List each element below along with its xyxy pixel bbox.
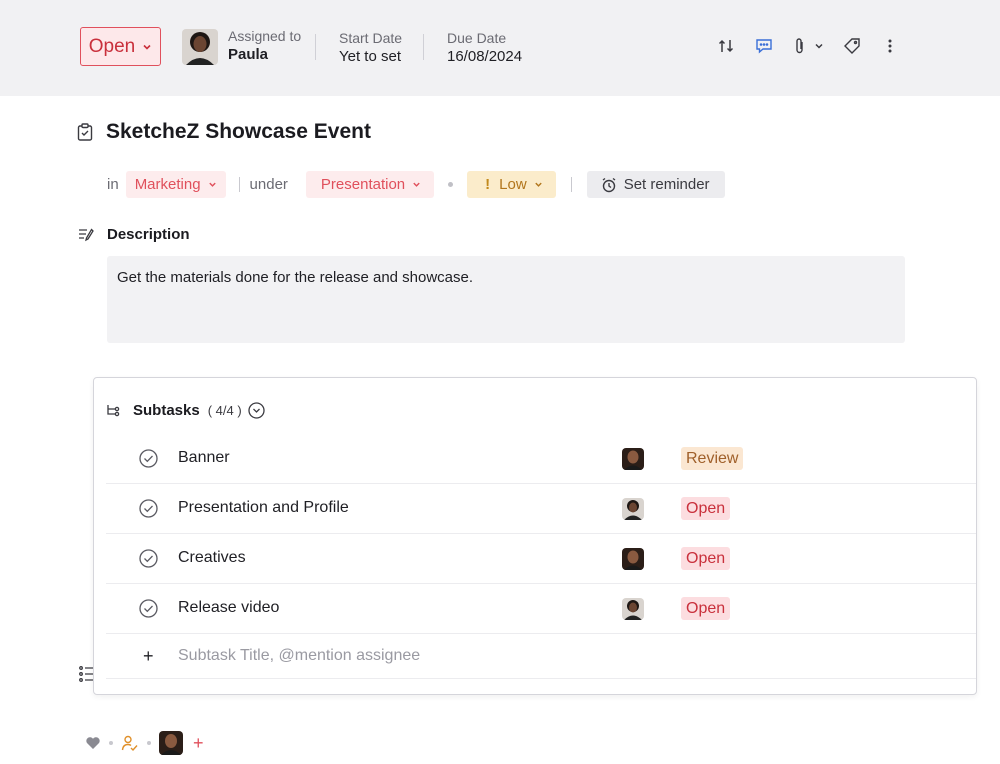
assignee[interactable]: Assigned to Paula [182, 28, 301, 65]
followers-icon[interactable] [121, 734, 139, 752]
tag-icon[interactable] [842, 36, 862, 56]
priority-label: Low [499, 176, 527, 193]
avatar[interactable] [622, 498, 644, 520]
collapse-toggle[interactable] [248, 402, 265, 419]
description-heading-row: Description [78, 226, 190, 243]
subtask-row[interactable]: Creatives Open [106, 534, 976, 584]
status-badge[interactable]: Open [681, 497, 731, 520]
edit-text-icon [79, 227, 94, 241]
checklist-icon[interactable] [79, 665, 93, 683]
status-badge[interactable]: Review [681, 447, 744, 470]
due-date-label: Due Date [447, 30, 507, 46]
subtask-row[interactable]: Presentation and Profile Open [106, 484, 976, 534]
subtask-name: Banner [178, 449, 230, 466]
start-date-value: Yet to set [339, 48, 401, 65]
add-subtask-input[interactable] [178, 644, 678, 668]
task-title-row: SketcheZ Showcase Event [77, 120, 371, 144]
heart-icon[interactable] [85, 736, 101, 750]
add-subtask-plus[interactable]: + [143, 646, 154, 667]
more-vertical-icon[interactable] [880, 36, 900, 56]
status-dropdown[interactable]: Open [80, 27, 161, 66]
attachment-icon[interactable] [792, 36, 808, 56]
alarm-clock-icon [602, 177, 616, 192]
avatar[interactable] [622, 548, 644, 570]
tasklist-dropdown[interactable]: Presentation [305, 171, 435, 198]
priority-dropdown[interactable]: ! Low [467, 171, 556, 198]
project-label: Marketing [134, 176, 201, 193]
set-reminder-button[interactable]: Set reminder [586, 171, 725, 198]
due-date-value: 16/08/2024 [447, 48, 523, 65]
description-text: Get the materials done for the release a… [117, 269, 474, 286]
subtask-name: Release video [178, 599, 280, 616]
check-circle-icon[interactable] [139, 599, 158, 618]
add-subtask-row: + [106, 634, 976, 679]
start-date-label: Start Date [339, 30, 403, 46]
divider [238, 177, 240, 192]
avatar[interactable] [622, 448, 644, 470]
chevron-down-circle-icon [248, 402, 265, 419]
chevron-down-icon [413, 182, 420, 187]
separator-dot [109, 741, 113, 745]
tasklist-label: Presentation [320, 176, 406, 193]
subtask-list: Banner Review Presentation and Profile O… [106, 434, 976, 679]
subtasks-title: Subtasks [133, 402, 200, 419]
status-badge[interactable]: Open [681, 547, 731, 570]
under-label: under [249, 176, 288, 193]
divider [315, 34, 316, 60]
subtask-name: Presentation and Profile [178, 499, 349, 516]
task-meta-row: in Marketing under Presentation ! Low Se… [107, 171, 725, 198]
status-badge[interactable]: Open [681, 597, 731, 620]
in-label: in [107, 176, 119, 193]
avatar[interactable] [159, 731, 183, 755]
priority-mark: ! [485, 176, 491, 193]
chevron-down-icon [208, 182, 216, 187]
separator-dot [147, 741, 151, 745]
add-follower-button[interactable]: + [193, 733, 204, 754]
divider [423, 34, 424, 60]
subtasks-count: ( 4/4 ) [207, 403, 242, 418]
task-header: Open Assigned to Paula Start Date Yet to… [0, 0, 1000, 96]
repeat-icon[interactable] [716, 36, 736, 56]
divider [570, 177, 572, 192]
task-clipboard-icon [77, 123, 93, 141]
status-label: Open [88, 35, 136, 57]
assignee-label: Assigned to [228, 28, 302, 44]
avatar[interactable] [622, 598, 644, 620]
task-footer: + [85, 731, 204, 755]
separator-dot [448, 182, 454, 187]
chevron-down-icon [534, 182, 542, 187]
subtasks-panel: Subtasks ( 4/4 ) Banner Review Presentat… [93, 377, 977, 695]
comment-icon[interactable] [754, 36, 774, 56]
check-circle-icon[interactable] [139, 549, 158, 568]
header-actions [716, 36, 900, 56]
subtasks-header: Subtasks ( 4/4 ) [106, 402, 265, 419]
set-reminder-label: Set reminder [623, 176, 710, 193]
start-date[interactable]: Start Date Yet to set [339, 30, 402, 67]
subtask-row[interactable]: Release video Open [106, 584, 976, 634]
task-title[interactable]: SketcheZ Showcase Event [106, 120, 371, 144]
subtask-name: Creatives [178, 549, 246, 566]
due-date[interactable]: Due Date 16/08/2024 [447, 30, 522, 67]
check-circle-icon[interactable] [139, 499, 158, 518]
chevron-down-icon [143, 44, 151, 50]
assignee-name: Paula [228, 46, 269, 63]
check-circle-icon[interactable] [139, 449, 158, 468]
description-editor[interactable]: Get the materials done for the release a… [107, 256, 905, 343]
subtask-tree-icon [107, 404, 120, 416]
avatar [182, 28, 218, 65]
chevron-down-icon[interactable] [814, 36, 824, 56]
description-heading: Description [107, 226, 190, 243]
subtask-row[interactable]: Banner Review [106, 434, 976, 484]
project-dropdown[interactable]: Marketing [125, 171, 226, 198]
